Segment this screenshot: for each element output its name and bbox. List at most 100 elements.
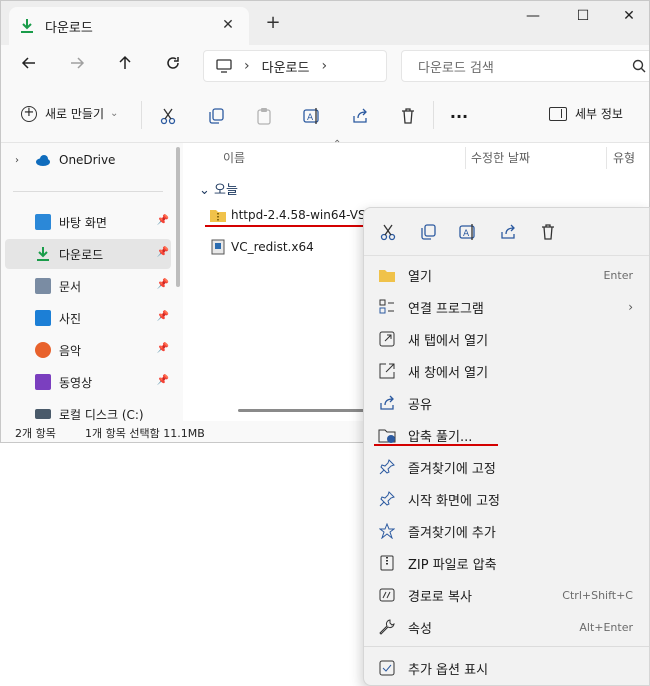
tab-downloads[interactable]: 다운로드 ✕ — [9, 7, 249, 45]
column-header-modified[interactable]: 수정한 날짜 — [471, 149, 530, 166]
context-menu: A 열기 Enter 연결 프로그램 › 새 탭에서 열기 새 창에서 열기 공… — [363, 207, 650, 686]
column-header-type[interactable]: 유형 — [613, 149, 635, 166]
tab-close-icon[interactable]: ✕ — [219, 16, 237, 34]
sidebar-item-documents[interactable]: 문서 📌 — [5, 271, 171, 301]
item-count: 2개 항목 — [15, 427, 56, 440]
menu-item-compress-zip[interactable]: ZIP 파일로 압축 — [364, 547, 649, 579]
delete-icon — [542, 224, 554, 240]
menu-item-open-new-tab[interactable]: 새 탭에서 열기 — [364, 323, 649, 355]
wrench-icon — [378, 618, 396, 636]
menu-item-shortcut: Ctrl+Shift+C — [562, 588, 633, 602]
pin-icon[interactable]: 📌 — [157, 311, 169, 322]
download-icon — [21, 19, 33, 33]
menu-item-properties[interactable]: 속성 Alt+Enter — [364, 611, 649, 643]
details-pane-icon — [549, 106, 567, 121]
menu-item-add-favorites[interactable]: 즐겨찾기에 추가 — [364, 515, 649, 547]
rename-button[interactable]: A — [458, 222, 478, 242]
share-icon — [353, 108, 367, 123]
forward-arrow-icon — [71, 57, 85, 69]
new-button[interactable]: + 새로 만들기 ⌄ — [21, 105, 118, 122]
menu-item-pin-start[interactable]: 시작 화면에 고정 — [364, 483, 649, 515]
cut-button[interactable] — [157, 105, 179, 127]
pin-icon[interactable]: 📌 — [157, 279, 169, 290]
group-header-today[interactable]: ⌄ 오늘 — [199, 179, 238, 198]
details-pane-button[interactable]: 세부 정보 — [549, 105, 623, 122]
menu-item-share[interactable]: 공유 — [364, 387, 649, 419]
column-header-name[interactable]: 이름 — [223, 149, 245, 166]
more-options-button[interactable]: ··· — [448, 105, 470, 127]
breadcrumb-chevron-icon[interactable]: › — [321, 58, 327, 74]
pin-icon[interactable]: 📌 — [157, 343, 169, 354]
menu-item-shortcut: Enter — [603, 268, 633, 282]
menu-item-label: 경로로 복사 — [408, 589, 472, 605]
refresh-button[interactable] — [161, 54, 185, 78]
paste-button[interactable] — [253, 105, 275, 127]
up-button[interactable] — [113, 54, 137, 78]
close-window-button[interactable]: ✕ — [616, 5, 642, 27]
video-icon — [35, 374, 51, 390]
sidebar-scrollbar[interactable] — [176, 147, 180, 287]
menu-item-label: 공유 — [408, 397, 432, 413]
forward-button[interactable] — [65, 54, 89, 78]
sidebar-item-label: 로컬 디스크 (C:) — [59, 407, 144, 422]
breadcrumb-location[interactable]: 다운로드 — [262, 57, 310, 76]
column-divider[interactable] — [606, 147, 607, 169]
chevron-right-icon: › — [628, 300, 633, 314]
music-icon — [35, 342, 51, 358]
sidebar-item-onedrive[interactable]: › OneDrive — [5, 145, 171, 175]
menu-item-label: 시작 화면에 고정 — [408, 493, 500, 509]
menu-item-show-more-options[interactable]: 추가 옵션 표시 — [364, 652, 649, 684]
search-icon — [632, 59, 646, 73]
rename-button[interactable]: A — [301, 105, 323, 127]
cut-icon — [380, 224, 396, 241]
menu-item-extract-all[interactable]: 압축 풀기... — [364, 419, 649, 451]
search-input[interactable]: 다운로드 검색 — [401, 50, 649, 82]
horizontal-scrollbar[interactable] — [238, 409, 368, 412]
chevron-down-icon: ⌄ — [110, 108, 119, 119]
copy-button[interactable] — [418, 222, 438, 242]
back-arrow-icon — [21, 57, 35, 69]
menu-item-open-new-window[interactable]: 새 창에서 열기 — [364, 355, 649, 387]
sidebar-item-pictures[interactable]: 사진 📌 — [5, 303, 171, 333]
minimize-button[interactable]: — — [520, 5, 546, 27]
zip-icon — [378, 554, 396, 572]
chevron-right-icon[interactable]: › — [15, 155, 19, 166]
cut-button[interactable] — [378, 222, 398, 242]
file-name: VC_redist.x64 — [231, 240, 314, 254]
annotation-underline — [374, 444, 498, 446]
sidebar-item-music[interactable]: 음악 📌 — [5, 335, 171, 365]
file-row-httpd[interactable]: httpd-2.4.58-win64-VS17 — [209, 207, 381, 223]
maximize-button[interactable]: ☐ — [570, 5, 596, 27]
menu-item-copy-path[interactable]: 경로로 복사 Ctrl+Shift+C — [364, 579, 649, 611]
menu-item-pin-quick-access[interactable]: 즐겨찾기에 고정 — [364, 451, 649, 483]
delete-button[interactable] — [538, 222, 558, 242]
delete-button[interactable] — [397, 105, 419, 127]
sidebar-item-label: 사진 — [59, 311, 82, 326]
share-button[interactable] — [349, 105, 371, 127]
open-new-window-icon — [378, 362, 396, 380]
menu-item-open[interactable]: 열기 Enter — [364, 259, 649, 291]
back-button[interactable] — [17, 54, 41, 78]
address-bar[interactable]: › 다운로드 › — [203, 50, 387, 82]
sidebar-item-downloads[interactable]: 다운로드 📌 — [5, 239, 171, 269]
sidebar-item-label: 다운로드 — [59, 247, 104, 262]
computer-icon — [216, 59, 232, 73]
menu-item-open-with[interactable]: 연결 프로그램 › — [364, 291, 649, 323]
sidebar-item-desktop[interactable]: 바탕 화면 📌 — [5, 207, 171, 237]
pin-icon[interactable]: 📌 — [157, 247, 169, 258]
selection-info: 1개 항목 선택함 11.1MB — [85, 427, 205, 440]
up-arrow-icon — [119, 55, 131, 69]
share-button[interactable] — [498, 222, 518, 242]
column-divider[interactable] — [465, 147, 466, 169]
share-icon — [378, 394, 396, 412]
menu-item-label: 연결 프로그램 — [408, 301, 484, 317]
pin-icon[interactable]: 📌 — [157, 375, 169, 386]
sidebar-item-videos[interactable]: 동영상 📌 — [5, 367, 171, 397]
copy-button[interactable] — [205, 105, 227, 127]
menu-item-label: 새 창에서 열기 — [408, 365, 489, 381]
new-tab-button[interactable]: + — [263, 13, 283, 33]
breadcrumb-chevron-icon[interactable]: › — [244, 58, 250, 74]
extract-folder-icon — [378, 426, 396, 444]
file-row-vc-redist[interactable]: VC_redist.x64 — [209, 239, 314, 255]
pin-icon[interactable]: 📌 — [157, 215, 169, 226]
